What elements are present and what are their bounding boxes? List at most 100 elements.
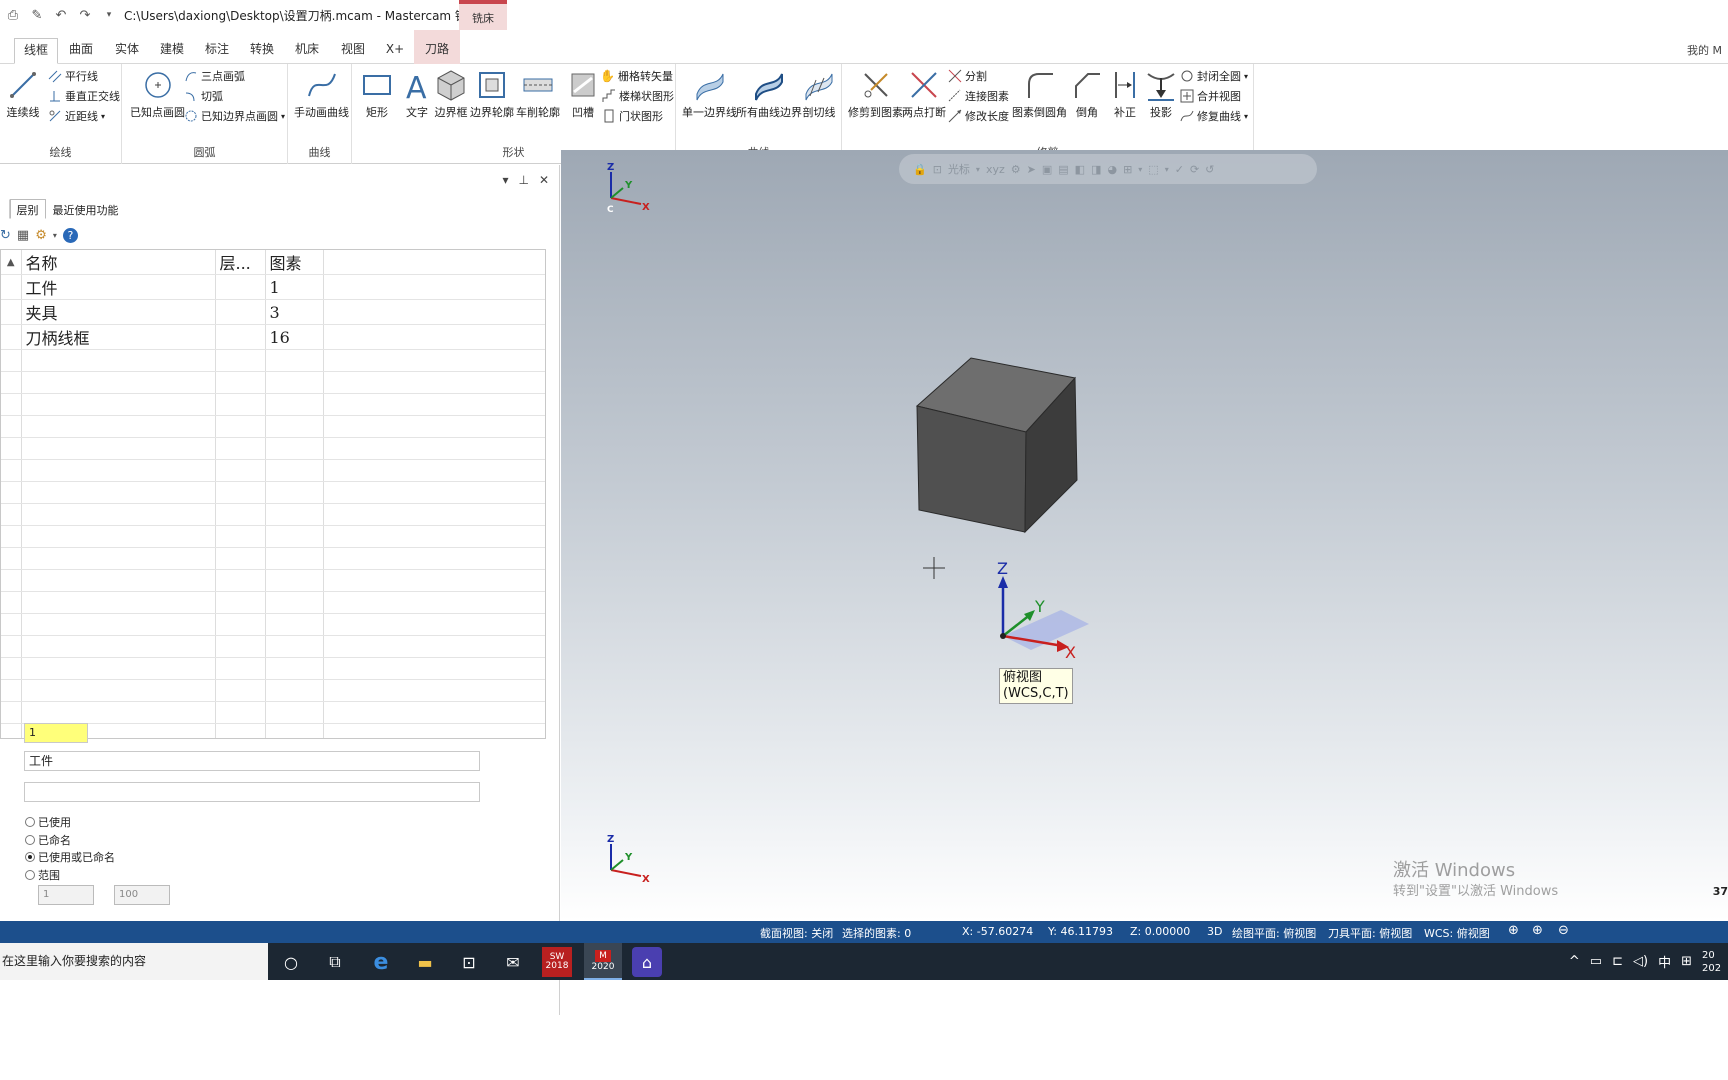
- modify-length-button[interactable]: 修改长度: [948, 108, 1009, 124]
- range-from-input[interactable]: 1: [38, 885, 94, 905]
- select-only-icon[interactable]: ▤: [1058, 163, 1068, 176]
- project-button[interactable]: 投影: [1144, 68, 1178, 120]
- select-all-icon[interactable]: ▣: [1042, 163, 1052, 176]
- mail-icon[interactable]: ✉: [498, 947, 528, 977]
- grid-select-icon[interactable]: ⬚: [1148, 163, 1158, 176]
- tab-wireframe[interactable]: 线框: [14, 38, 58, 64]
- verify-icon[interactable]: ✓: [1175, 163, 1184, 176]
- close-arc-button[interactable]: 封闭全圆 ▾: [1180, 68, 1248, 84]
- silhouette-boundary-button[interactable]: 边界轮廓: [470, 68, 514, 120]
- offset-button[interactable]: 补正: [1108, 68, 1142, 120]
- fillet-entities-button[interactable]: 图素倒圆角: [1012, 68, 1067, 120]
- chevron-down-icon[interactable]: ▾: [1165, 165, 1169, 174]
- closest-line-button[interactable]: 近距线 ▾: [48, 108, 105, 124]
- arc-3-points-button[interactable]: 三点画弧: [184, 68, 245, 84]
- customize-dropdown-icon[interactable]: ▾: [100, 10, 118, 20]
- globe-alt-icon[interactable]: ⊕: [1532, 923, 1543, 938]
- help-icon[interactable]: ?: [62, 227, 78, 243]
- input-mode-icon[interactable]: ⊞: [1681, 954, 1692, 969]
- gear-icon[interactable]: ⚙: [35, 228, 47, 243]
- wcs-status[interactable]: WCS: 俯视图: [1424, 925, 1490, 941]
- bounding-box-button[interactable]: 边界框: [434, 68, 468, 120]
- tab-surface[interactable]: 曲面: [66, 38, 96, 64]
- one-edge-curve-button[interactable]: 单一边界线: [682, 68, 737, 120]
- solidworks-icon[interactable]: SW 2018: [542, 947, 572, 977]
- range-to-input[interactable]: 100: [114, 885, 170, 905]
- all-curve-edges-button[interactable]: 所有曲线边界: [736, 68, 802, 120]
- battery-icon[interactable]: ▭: [1590, 954, 1602, 969]
- undo-select-icon[interactable]: ↺: [1205, 163, 1214, 176]
- section-view-status[interactable]: 截面视图: 关闭: [760, 925, 833, 941]
- tab-machine[interactable]: 机床: [292, 38, 322, 64]
- settings-icon[interactable]: ⊖: [1558, 923, 1569, 938]
- mode-3d[interactable]: 3D: [1207, 925, 1222, 938]
- repair-curve-button[interactable]: 修复曲线 ▾: [1180, 108, 1248, 124]
- text-button[interactable]: A 文字: [400, 68, 434, 120]
- globe-icon[interactable]: ⊕: [1508, 923, 1519, 938]
- arc-tangent-button[interactable]: 切弧: [184, 88, 223, 104]
- circle-edge-point-button[interactable]: 已知边界点画圆 ▾: [184, 108, 285, 124]
- lock-icon[interactable]: 🔒: [913, 163, 927, 176]
- print-icon[interactable]: ⎙: [4, 8, 22, 23]
- radio-named[interactable]: 已命名: [25, 832, 71, 848]
- file-explorer-icon[interactable]: ▬: [410, 947, 440, 977]
- turn-profile-button[interactable]: 车削轮廓: [516, 68, 560, 120]
- stair-geometry-button[interactable]: 楼梯状图形: [602, 88, 674, 104]
- solid-select-icon[interactable]: ◧: [1075, 163, 1085, 176]
- mastercam-icon[interactable]: M 2020: [584, 943, 622, 980]
- level-name-cell[interactable]: 夹具: [21, 299, 216, 325]
- body-select-icon[interactable]: ◕: [1107, 163, 1117, 176]
- refresh-icon[interactable]: ↻: [0, 228, 11, 243]
- tab-xplus[interactable]: X+: [382, 38, 408, 64]
- pointer-icon[interactable]: ➤: [1027, 163, 1036, 176]
- taskbar-search-input[interactable]: 在这里输入你要搜索的内容: [0, 943, 268, 980]
- network-icon[interactable]: ⊏: [1612, 954, 1623, 969]
- chevron-down-icon[interactable]: ▾: [976, 165, 980, 174]
- level-name-input[interactable]: 工件: [24, 751, 480, 771]
- undo-icon[interactable]: ↶: [52, 8, 70, 23]
- account-label[interactable]: 我的 M: [1687, 42, 1722, 58]
- chevron-down-icon[interactable]: ▾: [1138, 165, 1142, 174]
- window-select-icon[interactable]: ⊞: [1123, 163, 1132, 176]
- task-view-icon[interactable]: ⧉: [320, 947, 350, 977]
- edge-browser-icon[interactable]: e: [366, 947, 396, 977]
- parallel-line-button[interactable]: 平行线: [48, 68, 98, 84]
- tab-recent-functions[interactable]: 最近使用功能: [46, 199, 126, 219]
- column-header-level[interactable]: 层...: [215, 250, 266, 275]
- workpiece-cube[interactable]: [911, 350, 1091, 540]
- tab-view[interactable]: 视图: [338, 38, 368, 64]
- radio-used-or-named[interactable]: 已使用或已命名: [25, 849, 115, 865]
- panel-menu-icon[interactable]: ▾: [502, 173, 508, 187]
- tab-hidden-edge[interactable]: [0, 199, 10, 219]
- clock[interactable]: 20 202: [1702, 949, 1724, 975]
- tab-dimension[interactable]: 标注: [202, 38, 232, 64]
- rotate-icon[interactable]: ⟳: [1190, 163, 1199, 176]
- tab-solid[interactable]: 实体: [112, 38, 142, 64]
- tab-transform[interactable]: 转换: [247, 38, 277, 64]
- level-number-input[interactable]: 1: [24, 723, 88, 743]
- merge-views-button[interactable]: 合并视图: [1180, 88, 1241, 104]
- graphics-viewport[interactable]: 🔒 ⊡ 光标 ▾ xyz ⚙ ➤ ▣ ▤ ◧ ◨ ◕ ⊞ ▾ ⬚ ▾ ✓ ⟳ ↺…: [561, 150, 1728, 921]
- store-icon[interactable]: ⊡: [454, 947, 484, 977]
- manual-spline-button[interactable]: 手动画曲线: [294, 68, 349, 120]
- redo-icon[interactable]: ↷: [76, 8, 94, 23]
- sort-arrow-icon[interactable]: ▲: [1, 250, 22, 275]
- circle-center-point-button[interactable]: 已知点画圆: [130, 68, 185, 120]
- cursor-label[interactable]: 光标: [948, 161, 970, 177]
- tab-toolpaths[interactable]: 刀路: [414, 30, 460, 64]
- draw-plane-status[interactable]: 绘图平面: 俯视图: [1232, 925, 1316, 941]
- volume-icon[interactable]: ◁): [1633, 954, 1648, 969]
- cortana-icon[interactable]: ○: [276, 947, 306, 977]
- radio-used[interactable]: 已使用: [25, 814, 71, 830]
- level-name-cell[interactable]: 刀柄线框: [21, 324, 216, 350]
- raster-to-vector-button[interactable]: ✋ 栅格转矢量: [600, 68, 673, 84]
- trim-to-entities-button[interactable]: 修剪到图素: [848, 68, 903, 120]
- calculator-icon[interactable]: ▦: [17, 228, 29, 243]
- tab-model[interactable]: 建模: [157, 38, 187, 64]
- column-header-name[interactable]: 名称: [21, 250, 216, 275]
- chevron-down-icon[interactable]: ▾: [53, 231, 57, 240]
- radio-range[interactable]: 范围: [25, 867, 60, 883]
- tool-plane-status[interactable]: 刀具平面: 俯视图: [1328, 925, 1412, 941]
- table-row[interactable]: 夹具 3: [1, 299, 545, 325]
- join-entities-button[interactable]: 连接图素: [948, 88, 1009, 104]
